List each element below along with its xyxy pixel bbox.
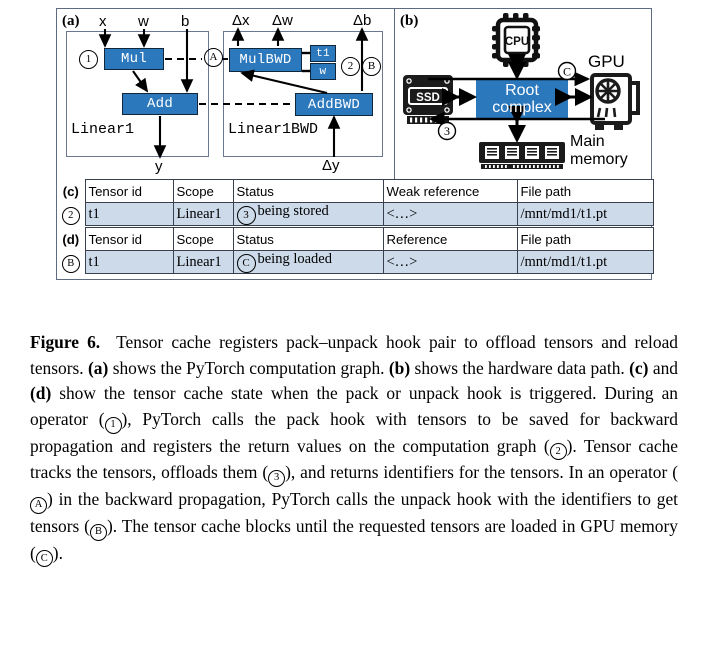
table-c-wrapper: (c) Tensor id Scope Status Weak referenc…: [57, 179, 654, 226]
table-c-header-file-path: File path: [516, 179, 654, 203]
marker-circle-b-row: B: [61, 255, 80, 274]
marker-circle-3-label: 3: [444, 124, 450, 138]
panel-b-hardware-path: (b) CPU SSD 3 C Root complex GPU Main me…: [395, 9, 650, 179]
caption-marker-2: 2: [549, 443, 567, 461]
table-c: (c) Tensor id Scope Status Weak referenc…: [57, 179, 654, 226]
table-c-cell-reference: <…>: [382, 202, 518, 226]
cpu-label: CPU: [505, 36, 529, 48]
caption-marker-c: C: [35, 550, 53, 568]
table-d-cell-status: Cbeing loaded: [232, 250, 384, 274]
caption-ref-b: (b): [388, 357, 411, 378]
table-d-header-status: Status: [232, 227, 384, 251]
caption-sentence-3: shows the hardware data path.: [414, 357, 625, 378]
caption-figure-label: Figure 6.: [30, 332, 101, 352]
table-c-cell-status: 3 being stored: [232, 202, 384, 226]
caption-ref-d: (d): [30, 383, 52, 404]
main-memory-line1: Main: [570, 133, 605, 150]
marker-circle-c-row: C: [236, 254, 256, 273]
memory-icon: [479, 142, 565, 169]
table-d-header-scope: Scope: [172, 227, 234, 251]
caption-marker-b: B: [89, 523, 107, 541]
table-c-data-row: 2 t1 Linear1 3 being stored <…> /mnt/md1/…: [57, 202, 654, 226]
table-c-header-status: Status: [232, 179, 384, 203]
caption-and: and: [652, 357, 678, 378]
table-c-cell-scope: Linear1: [172, 202, 234, 226]
table-c-cell-tensor-id: t1: [84, 202, 174, 226]
caption-ref-c: (c): [629, 357, 649, 378]
marker-circle-c-label: C: [563, 65, 571, 79]
table-d-header-tensor-id: Tensor id: [84, 227, 174, 251]
caption-sentence-7: ), and returns identifiers for the tenso…: [285, 462, 678, 483]
table-d-row-marker: B: [57, 250, 85, 274]
root-complex-line1: Root: [505, 82, 539, 99]
marker-circle-2-row: 2: [61, 207, 80, 226]
caption-sentence-2: shows the PyTorch computation graph.: [112, 357, 385, 378]
gpu-label: GPU: [588, 52, 625, 71]
figure-frame: (a) x w b Δx Δw Δb Mul Add MulBWD AddBWD…: [56, 8, 654, 280]
table-d-cell-reference: <…>: [382, 250, 518, 274]
marker-circle-3-row: 3: [236, 206, 256, 225]
table-c-header-weak-reference: Weak reference: [382, 179, 518, 203]
table-c-row-marker: 2: [57, 202, 85, 226]
caption-marker-1: 1: [104, 416, 122, 434]
panel-a-connectors: [98, 27, 369, 159]
table-d-cell-scope: Linear1: [172, 250, 234, 274]
table-d-header-row: (d) Tensor id Scope Status Reference Fil…: [57, 227, 654, 251]
table-d-header-reference: Reference: [382, 227, 518, 251]
caption-sentence-10: ).: [52, 542, 63, 563]
table-d-cell-tensor-id: t1: [84, 250, 174, 274]
table-c-header-row: (c) Tensor id Scope Status Weak referenc…: [57, 179, 654, 203]
root-complex-label: Root complex: [476, 79, 568, 119]
table-d-wrapper: (d) Tensor id Scope Status Reference Fil…: [57, 227, 654, 274]
caption-marker-3: 3: [268, 470, 286, 488]
caption-marker-a: A: [30, 496, 47, 514]
gpu-icon: [590, 73, 640, 130]
caption-ref-a: (a): [88, 357, 109, 378]
table-c-header-scope: Scope: [172, 179, 234, 203]
panel-a-computation-graph: (a) x w b Δx Δw Δb Mul Add MulBWD AddBWD…: [57, 9, 395, 179]
figure-page: (a) x w b Δx Δw Δb Mul Add MulBWD AddBWD…: [0, 0, 708, 650]
figure-caption: Figure 6. Tensor cache registers pack–un…: [30, 330, 678, 568]
table-d-data-row: B t1 Linear1 Cbeing loaded <…> /mnt/md1/…: [57, 250, 654, 274]
table-c-header-tensor-id: Tensor id: [84, 179, 174, 203]
table-c-tag: (c): [57, 179, 85, 203]
main-memory-line2: memory: [570, 151, 628, 168]
main-memory-label: Main memory: [570, 133, 628, 169]
ssd-label: SSD: [416, 92, 440, 104]
table-d: (d) Tensor id Scope Status Reference Fil…: [57, 227, 654, 274]
root-complex-line2: complex: [492, 99, 552, 116]
table-d-tag: (d): [57, 227, 85, 251]
table-c-status-text: being stored: [257, 203, 329, 219]
table-d-status-text: being loaded: [257, 251, 333, 267]
table-d-header-file-path: File path: [516, 227, 654, 251]
table-c-cell-file-path: /mnt/md1/t1.pt: [516, 202, 654, 226]
table-d-cell-file-path: /mnt/md1/t1.pt: [516, 250, 654, 274]
caption-sentence-9: ). The tensor cache blocks until the req…: [30, 515, 678, 563]
